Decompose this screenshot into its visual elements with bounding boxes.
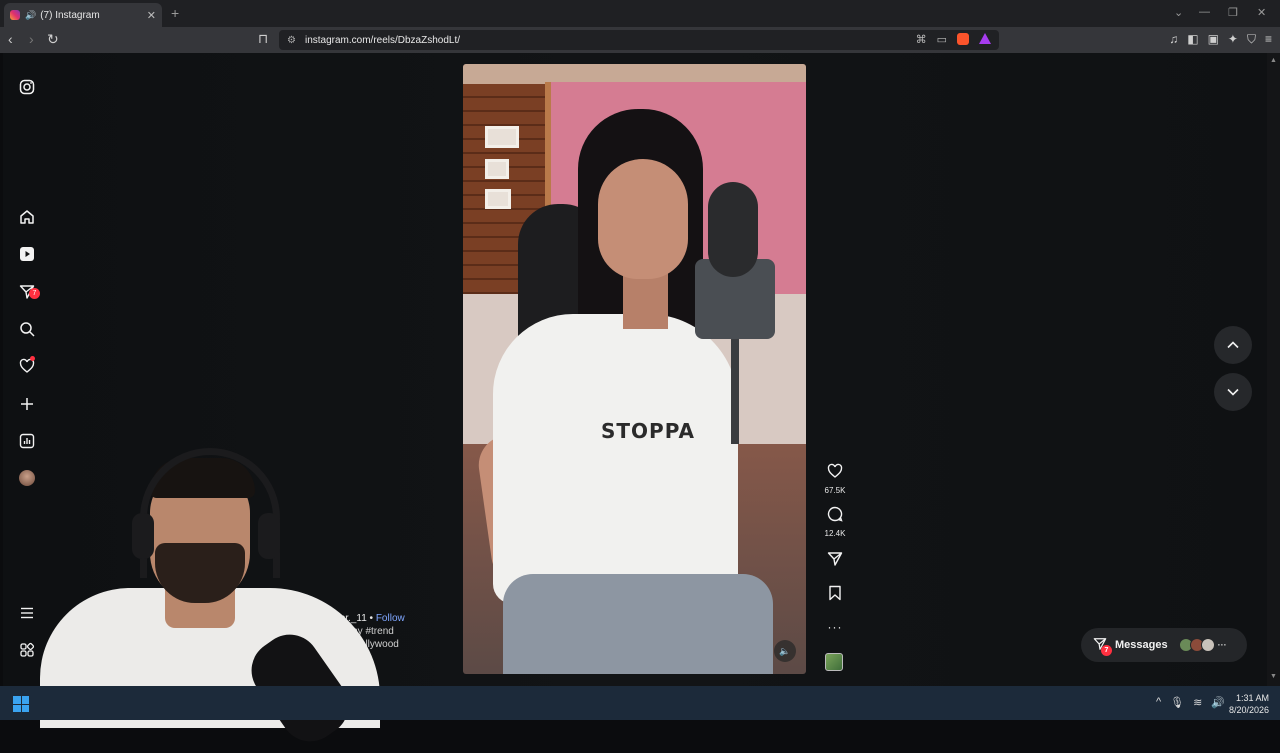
video-shirt-text: STOPPA: [601, 419, 696, 443]
page-scrollbar[interactable]: ▲ ▼: [1267, 53, 1280, 686]
browser-menu-icon[interactable]: ≡: [1265, 32, 1272, 47]
scroll-down-icon[interactable]: ▼: [1270, 673, 1277, 680]
chevron-down-icon: [1227, 388, 1239, 396]
tab-search-icon[interactable]: ⌄: [1174, 6, 1183, 19]
browser-toolbar: ‹ › ↻ ⊓ ⚙ instagram.com/reels/DbzaZshodL…: [0, 27, 1280, 53]
webcam-headphone-cup: [132, 513, 154, 559]
browser-tab-instagram[interactable]: 🔊 (7) Instagram ✕: [4, 3, 162, 27]
video-frame: [485, 189, 511, 209]
bookmark-icon: [829, 585, 841, 601]
comment-icon: [827, 506, 843, 522]
messages-pill[interactable]: 7 Messages ···: [1081, 628, 1247, 662]
clock-time: 1:31 AM: [1235, 693, 1269, 703]
video-singer-shirt: [493, 314, 738, 604]
share-icon: [827, 552, 843, 566]
video-singer-jeans: [503, 574, 773, 674]
audio-track-thumbnail[interactable]: [825, 653, 843, 671]
webcam-headphone-cup: [258, 513, 280, 559]
reload-icon[interactable]: ↻: [47, 31, 59, 48]
tab-title: (7) Instagram: [40, 9, 100, 21]
leo-ai-icon[interactable]: ✦: [1228, 32, 1238, 47]
brave-shields-icon[interactable]: [957, 33, 969, 45]
tab-close-button[interactable]: ✕: [147, 9, 156, 22]
sidebar-toggle-icon[interactable]: ◧: [1187, 32, 1198, 47]
messages-label: Messages: [1115, 639, 1168, 651]
system-tray: ^ 🎙 ≋ 🔊: [1156, 696, 1225, 709]
messages-pill-badge: 7: [1101, 645, 1112, 656]
taskbar-clock[interactable]: 1:31 AM 8/20/2026: [1229, 692, 1269, 716]
comment-count: 12.4K: [824, 529, 846, 538]
scroll-up-icon[interactable]: ▲: [1270, 57, 1277, 64]
messages-more: ···: [1217, 640, 1227, 650]
forward-icon[interactable]: ›: [29, 31, 34, 47]
home-icon[interactable]: [17, 207, 37, 227]
previous-reel-button[interactable]: [1214, 326, 1252, 364]
like-button[interactable]: 67.5K: [820, 463, 850, 495]
cast-icon[interactable]: ▭: [937, 33, 947, 46]
heart-icon: [827, 463, 843, 478]
video-singer-face: [598, 159, 688, 279]
notification-dot: [30, 356, 35, 361]
maximize-button[interactable]: ❐: [1228, 6, 1238, 19]
video-microphone: [708, 182, 758, 277]
search-icon[interactable]: [17, 319, 37, 339]
vpn-icon[interactable]: ⛉: [1247, 32, 1256, 47]
start-button[interactable]: [13, 696, 29, 712]
translate-icon[interactable]: ⌘: [916, 33, 927, 46]
direct-messages-icon[interactable]: 7: [17, 282, 40, 302]
notifications-heart-icon[interactable]: [17, 356, 37, 376]
new-tab-button[interactable]: +: [171, 5, 179, 21]
message-avatar: [1200, 638, 1215, 652]
chevron-up-icon: [1227, 341, 1239, 349]
close-window-button[interactable]: ✕: [1257, 6, 1266, 19]
video-mic-stand: [731, 334, 739, 444]
bookmark-icon[interactable]: ⊓: [258, 31, 268, 47]
back-icon[interactable]: ‹: [8, 31, 13, 47]
video-frame: [485, 159, 509, 179]
volume-icon[interactable]: 🔊: [1211, 696, 1225, 709]
tab-audio-icon[interactable]: 🔊: [25, 10, 36, 21]
brave-rewards-icon[interactable]: [979, 33, 991, 44]
like-count: 67.5K: [824, 486, 846, 495]
windows-taskbar: ^ 🎙 ≋ 🔊 1:31 AM 8/20/2026: [0, 686, 1280, 720]
tray-overflow-icon[interactable]: ^: [1156, 696, 1161, 709]
clock-date: 8/20/2026: [1228, 705, 1269, 715]
browser-tab-bar: 🔊 (7) Instagram ✕ + ⌄ — ❐ ✕: [0, 0, 1280, 27]
instagram-favicon-icon: [10, 10, 20, 20]
more-options-icon[interactable]: ···: [820, 620, 850, 634]
next-reel-button[interactable]: [1214, 373, 1252, 411]
share-button[interactable]: [820, 551, 850, 572]
site-info-icon[interactable]: ⚙: [287, 35, 296, 46]
create-plus-icon[interactable]: [17, 394, 37, 414]
instagram-logo-icon[interactable]: [17, 77, 37, 97]
comment-button[interactable]: 12.4K: [820, 506, 850, 538]
save-button[interactable]: [820, 585, 850, 606]
video-frame: [485, 126, 519, 148]
minimize-button[interactable]: —: [1199, 6, 1210, 18]
wallet-icon[interactable]: ▣: [1208, 32, 1219, 47]
mute-toggle-icon[interactable]: 🔈: [774, 640, 796, 662]
media-controls-icon[interactable]: ♫: [1169, 32, 1178, 47]
messages-badge: 7: [29, 288, 40, 299]
wifi-icon[interactable]: ≋: [1193, 696, 1202, 709]
reels-icon[interactable]: [17, 244, 37, 264]
reel-video[interactable]: STOPPA 🔈: [463, 64, 806, 674]
url-text: instagram.com/reels/DbzaZshodLt/: [304, 34, 461, 46]
webcam-overlay: [20, 448, 420, 753]
webcam-headphones: [140, 448, 280, 578]
address-bar[interactable]: ⚙ instagram.com/reels/DbzaZshodLt/ ⌘ ▭: [279, 30, 999, 50]
microphone-icon[interactable]: 🎙: [1170, 696, 1184, 709]
